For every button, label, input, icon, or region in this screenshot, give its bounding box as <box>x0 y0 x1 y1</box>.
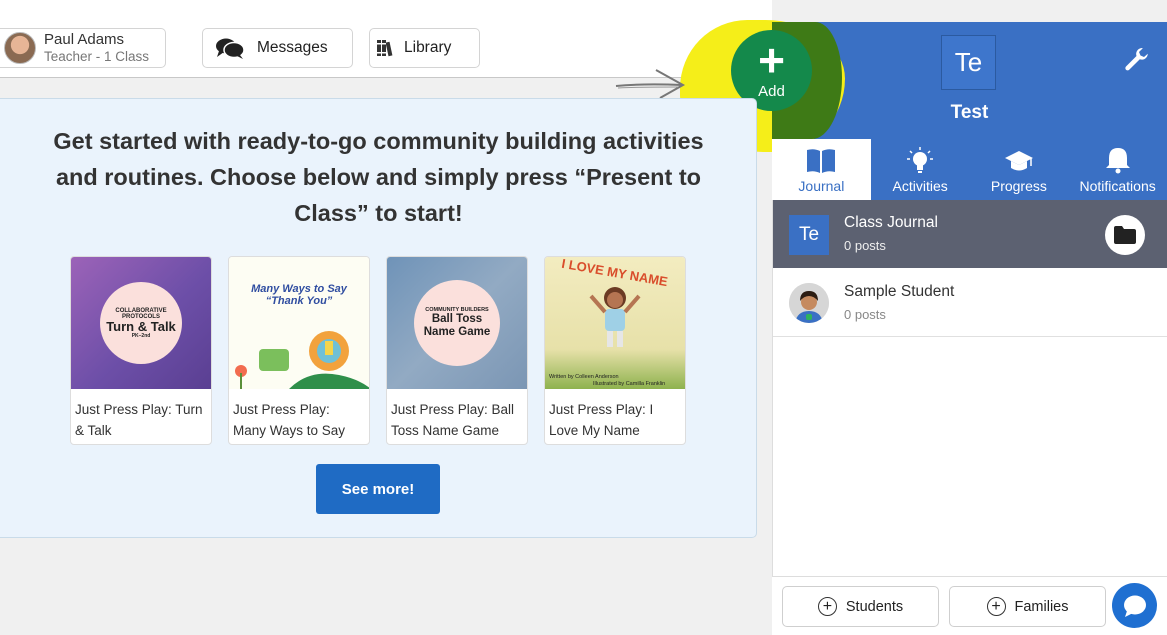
chat-support-button[interactable] <box>1112 583 1157 628</box>
getting-started-panel: Get started with ready-to-go community b… <box>0 98 757 538</box>
tab-activities[interactable]: Activities <box>871 139 970 200</box>
tab-notifications[interactable]: Notifications <box>1068 139 1167 200</box>
user-role: Teacher - 1 Class <box>44 49 150 64</box>
tab-journal[interactable]: Journal <box>772 139 871 200</box>
plus-circle-icon: + <box>817 597 837 616</box>
user-profile-button[interactable]: Paul Adams Teacher - 1 Class <box>0 28 166 68</box>
panel-footer: + Students + Families <box>772 576 1167 635</box>
add-students-button[interactable]: + Students <box>782 586 939 627</box>
folder-button[interactable] <box>1105 215 1145 255</box>
class-badge: Te <box>941 35 996 90</box>
activity-card-love-my-name[interactable]: I LOVE MY NAME Written by Colleen Anders… <box>544 256 686 445</box>
thumbnail-illustration <box>235 331 369 389</box>
student-posts: 0 posts <box>844 307 886 322</box>
books-icon <box>377 40 393 57</box>
activity-card-many-ways[interactable]: Many Ways to Say “Thank You” Just Press … <box>228 256 370 445</box>
activity-card-title: Just Press Play: Ball Toss Name Game <box>391 402 515 438</box>
activity-card-turn-and-talk[interactable]: COLLABORATIVE PROTOCOLS Turn & Talk PK–2… <box>70 256 212 445</box>
activity-thumbnail: I LOVE MY NAME Written by Colleen Anders… <box>545 257 685 389</box>
user-name: Paul Adams <box>44 31 125 48</box>
add-families-button[interactable]: + Families <box>949 586 1106 627</box>
book-icon <box>807 149 836 173</box>
families-label: Families <box>1014 598 1069 615</box>
avatar <box>4 32 36 64</box>
activity-thumbnail: COLLABORATIVE PROTOCOLS Turn & Talk PK–2… <box>71 257 211 389</box>
bell-icon <box>1105 148 1130 174</box>
thumb-text: Illustrated by Camilla Franklin <box>593 381 666 387</box>
graduation-cap-icon <box>1004 151 1033 171</box>
thumb-text: COLLABORATIVE PROTOCOLS <box>115 307 167 320</box>
plus-icon: + <box>758 34 785 86</box>
tab-label: Progress <box>990 178 1047 194</box>
library-button[interactable]: Library <box>369 28 480 68</box>
wrench-icon[interactable] <box>1123 45 1151 73</box>
class-journal-posts: 0 posts <box>844 238 886 253</box>
messages-label: Messages <box>257 39 328 56</box>
add-label: Add <box>758 83 785 100</box>
activity-thumbnail: COMMUNITY BUILDERS Ball Toss Name Game <box>387 257 527 389</box>
library-label: Library <box>404 39 452 56</box>
student-avatar <box>789 283 829 323</box>
thumb-text: Written by Colleen Anderson <box>549 374 619 380</box>
class-journal-row[interactable]: Te Class Journal 0 posts <box>773 200 1167 268</box>
activity-card-ball-toss[interactable]: COMMUNITY BUILDERS Ball Toss Name Game J… <box>386 256 528 445</box>
activity-card-title: Just Press Play: I Love My Name <box>549 402 654 438</box>
activity-card-title: Just Press Play: Turn & Talk <box>75 402 203 438</box>
thumb-text: PK–2nd <box>131 332 151 339</box>
tab-label: Activities <box>892 178 948 194</box>
tab-label: Journal <box>798 178 845 194</box>
messages-button[interactable]: Messages <box>202 28 353 68</box>
plus-circle-icon: + <box>986 597 1006 616</box>
class-tabs: Journal Activities Progress Notification… <box>772 139 1167 200</box>
activity-card-title: Just Press Play: Many Ways to Say <box>233 402 346 438</box>
getting-started-headline: Get started with ready-to-go community b… <box>53 128 704 226</box>
thumb-text: Turn & Talk <box>106 318 176 334</box>
class-journal-title: Class Journal <box>844 214 938 231</box>
thumb-text: Ball Toss Name Game <box>423 313 491 338</box>
lightbulb-icon <box>907 147 934 173</box>
thumb-text: “Thank You” <box>265 295 333 307</box>
student-name: Sample Student <box>844 283 955 300</box>
students-label: Students <box>845 598 904 615</box>
chat-bubbles-icon <box>216 38 245 59</box>
chat-bubble-icon <box>1123 595 1146 617</box>
tab-label: Notifications <box>1079 178 1156 194</box>
class-journal-badge: Te <box>789 215 829 255</box>
activity-thumbnail: Many Ways to Say “Thank You” <box>229 257 369 389</box>
thumbnail-illustration <box>589 287 641 347</box>
tab-progress[interactable]: Progress <box>970 139 1069 200</box>
see-more-button[interactable]: See more! <box>316 464 440 514</box>
student-row[interactable]: Sample Student 0 posts <box>773 269 1167 337</box>
arrow-annotation <box>615 69 686 99</box>
folder-icon <box>1114 226 1136 244</box>
thumb-text: Many Ways to Say <box>251 283 347 295</box>
journal-list: Te Class Journal 0 posts Sample Student … <box>772 200 1167 635</box>
